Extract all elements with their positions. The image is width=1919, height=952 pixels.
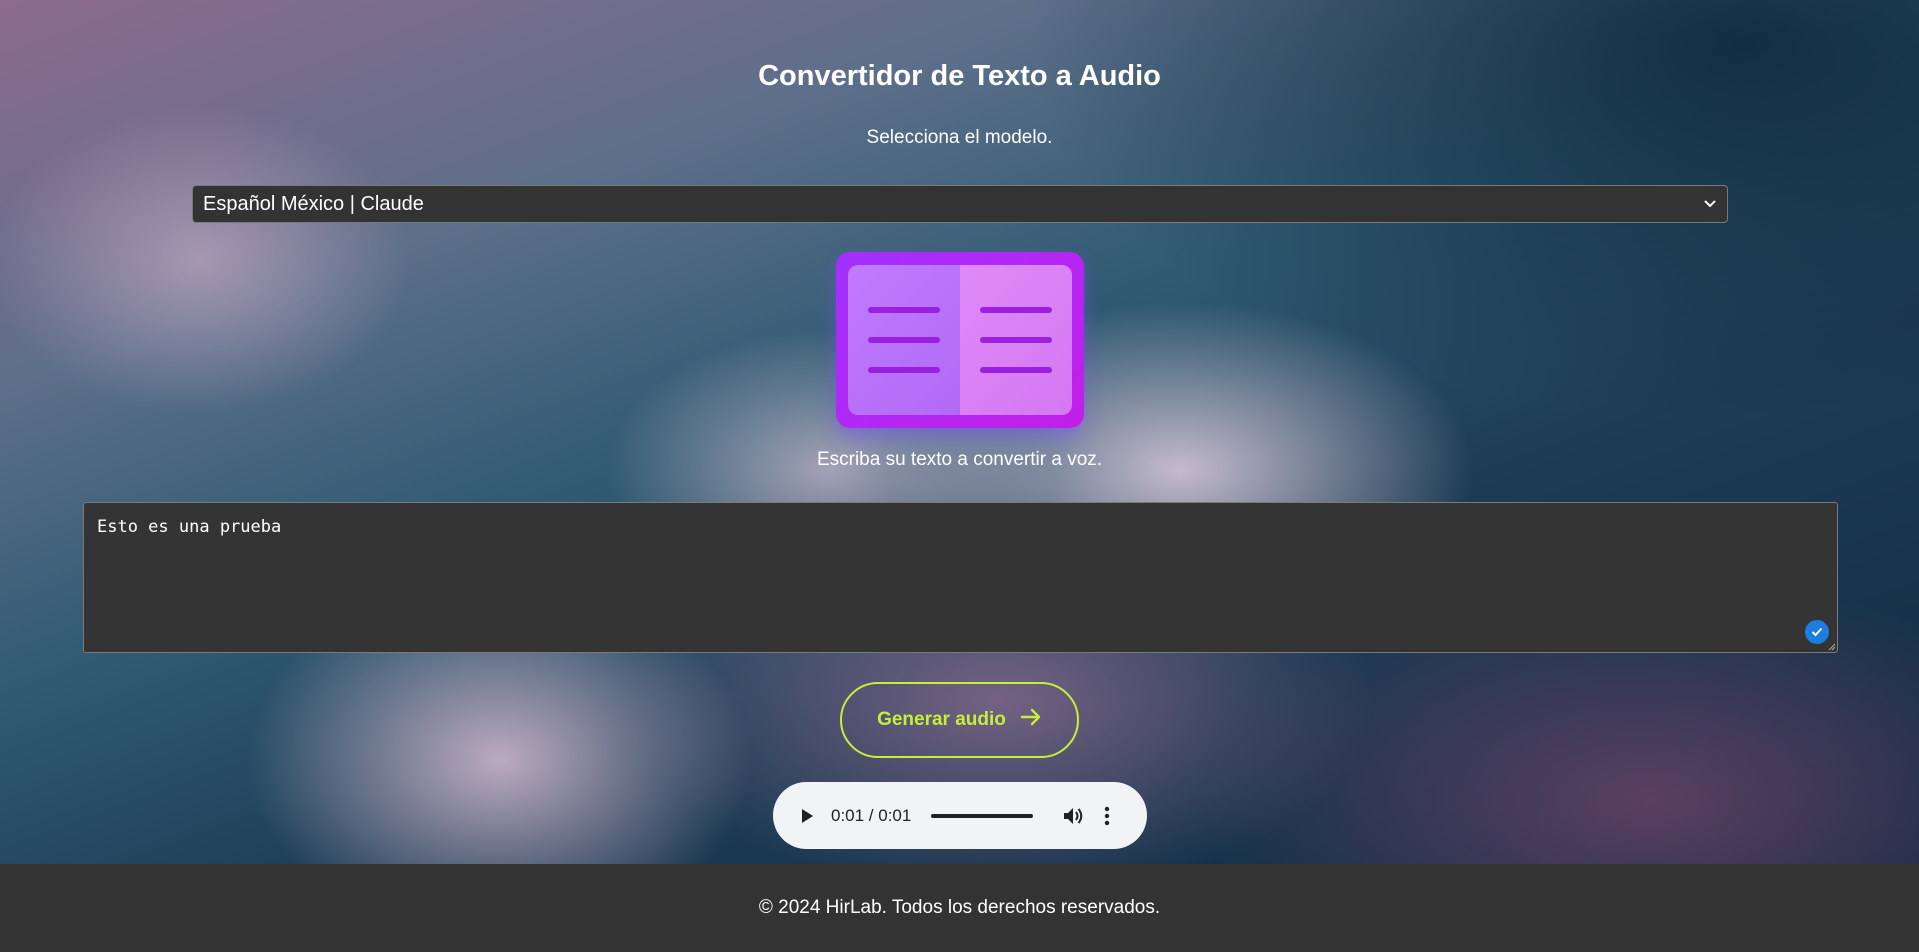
book-line <box>868 337 940 343</box>
arrow-right-icon <box>1020 708 1042 732</box>
text-input-value: Esto es una prueba <box>97 517 282 537</box>
book-line <box>980 337 1052 343</box>
generate-audio-button[interactable]: Generar audio <box>840 682 1079 758</box>
book-page-left <box>848 265 960 415</box>
book-icon <box>836 252 1084 428</box>
book-line <box>980 367 1052 373</box>
text-input[interactable]: Esto es una prueba <box>83 502 1838 653</box>
play-icon[interactable] <box>797 806 817 826</box>
volume-icon[interactable] <box>1061 804 1085 828</box>
progress-bar[interactable] <box>931 813 1034 818</box>
page: Convertidor de Texto a Audio Selecciona … <box>0 0 1919 952</box>
check-icon[interactable] <box>1805 620 1829 644</box>
footer: © 2024 HirLab. Todos los derechos reserv… <box>0 864 1919 952</box>
book-line <box>868 307 940 313</box>
page-title: Convertidor de Texto a Audio <box>758 60 1161 92</box>
generate-audio-label: Generar audio <box>877 709 1006 730</box>
book-line <box>868 367 940 373</box>
audio-player[interactable]: 0:01 / 0:01 <box>773 782 1147 849</box>
model-select[interactable]: Español México | Claude <box>192 185 1728 223</box>
resize-grip-icon[interactable] <box>1828 643 1836 651</box>
chevron-down-icon <box>1703 197 1717 211</box>
book-line <box>980 307 1052 313</box>
model-select-value: Español México | Claude <box>203 192 424 215</box>
model-prompt: Selecciona el modelo. <box>866 127 1053 148</box>
time-display: 0:01 / 0:01 <box>831 805 912 825</box>
book-page-right <box>960 265 1072 415</box>
text-input-label: Escriba su texto a convertir a voz. <box>816 449 1103 470</box>
more-vert-icon[interactable] <box>1101 804 1113 828</box>
footer-text: © 2024 HirLab. Todos los derechos reserv… <box>758 897 1161 918</box>
